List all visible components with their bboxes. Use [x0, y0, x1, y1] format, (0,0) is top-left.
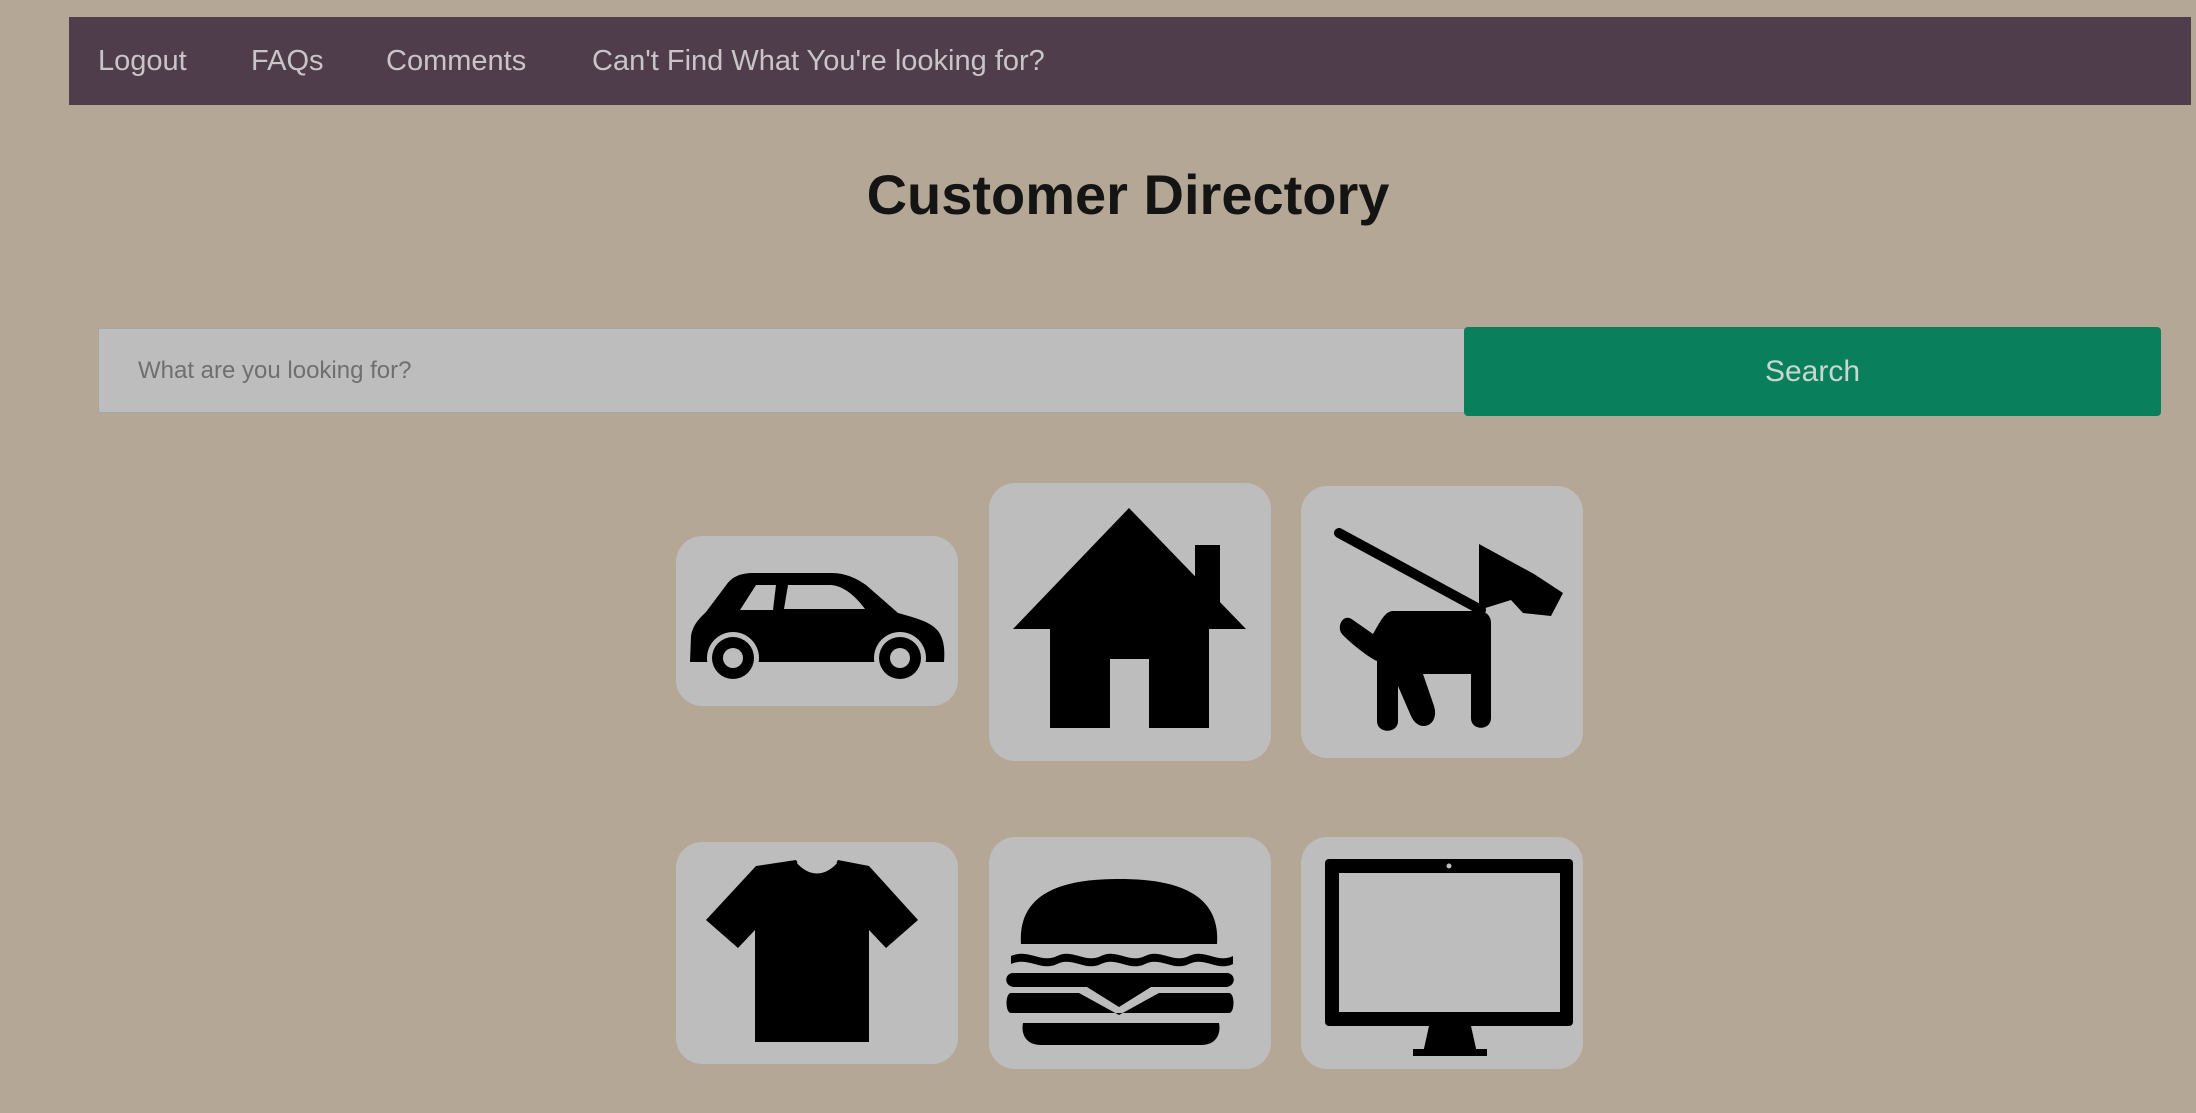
monitor-icon — [1325, 859, 1573, 1056]
category-tile-pets[interactable] — [1301, 486, 1583, 758]
nav-comments-link[interactable]: Comments — [386, 17, 526, 105]
category-tile-food[interactable] — [989, 837, 1271, 1069]
nav-logout-link[interactable]: Logout — [98, 17, 187, 105]
t-shirt-icon — [706, 860, 918, 1042]
top-navbar: Logout FAQs Comments Can't Find What You… — [69, 17, 2191, 105]
category-tile-clothing[interactable] — [676, 842, 958, 1064]
house-icon — [1013, 508, 1246, 728]
dog-on-leash-icon — [1334, 528, 1563, 731]
category-tile-electronics[interactable] — [1301, 837, 1583, 1069]
category-tile-car[interactable] — [676, 536, 958, 706]
nav-faqs-link[interactable]: FAQs — [251, 17, 324, 105]
car-icon — [690, 573, 945, 684]
burger-icon — [1006, 879, 1234, 1045]
search-input[interactable] — [98, 328, 1464, 413]
category-tile-house[interactable] — [989, 483, 1271, 761]
nav-cant-find-link[interactable]: Can't Find What You're looking for? — [592, 17, 1045, 105]
page-title: Customer Directory — [866, 163, 1390, 226]
search-button[interactable]: Search — [1464, 327, 2161, 416]
